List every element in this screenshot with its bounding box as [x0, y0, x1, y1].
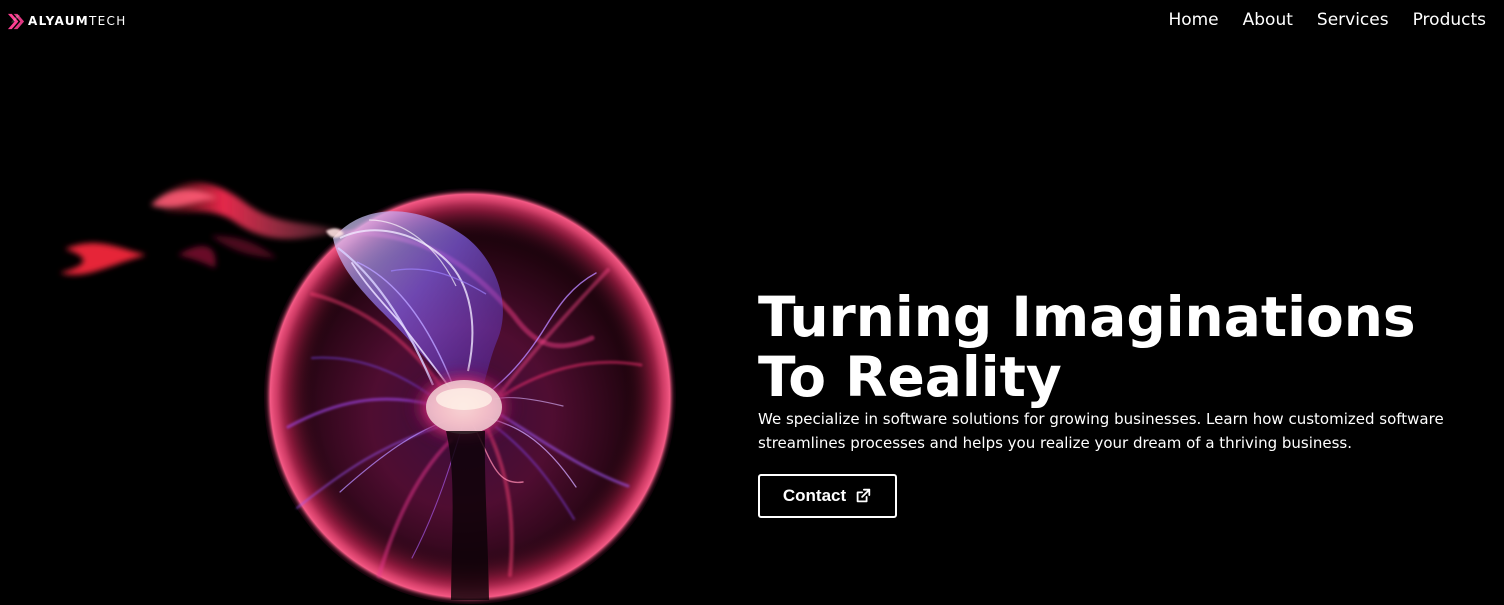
brand-logo-link[interactable]: ALYAUMTECH: [7, 11, 127, 31]
brand-name-primary: ALYAUM: [28, 13, 90, 28]
nav-link-products[interactable]: Products: [1413, 9, 1486, 32]
top-navigation-bar: ALYAUMTECH Home About Services Products: [0, 0, 1504, 42]
stylized-x-logo-icon: [7, 13, 25, 29]
nav-link-services[interactable]: Services: [1317, 9, 1389, 32]
external-link-icon: [856, 488, 871, 503]
hero-section: Turning Imaginations To Reality We speci…: [758, 285, 1448, 518]
brand-name-secondary: TECH: [89, 13, 127, 28]
landing-page: ALYAUMTECH Home About Services Products: [0, 0, 1504, 605]
nav-link-home[interactable]: Home: [1168, 9, 1218, 32]
contact-button-label: Contact: [782, 486, 847, 505]
contact-button[interactable]: Contact: [758, 474, 897, 518]
brand-name: ALYAUMTECH: [28, 12, 127, 31]
hero-title: Turning Imaginations To Reality: [758, 285, 1416, 409]
nav-link-about[interactable]: About: [1243, 9, 1293, 32]
hero-subtitle: We specialize in software solutions for …: [758, 410, 1444, 452]
plasma-ball-image: [60, 182, 676, 604]
main-navigation: Home About Services Products: [1168, 9, 1486, 32]
red-smoke-trail: [60, 182, 342, 275]
